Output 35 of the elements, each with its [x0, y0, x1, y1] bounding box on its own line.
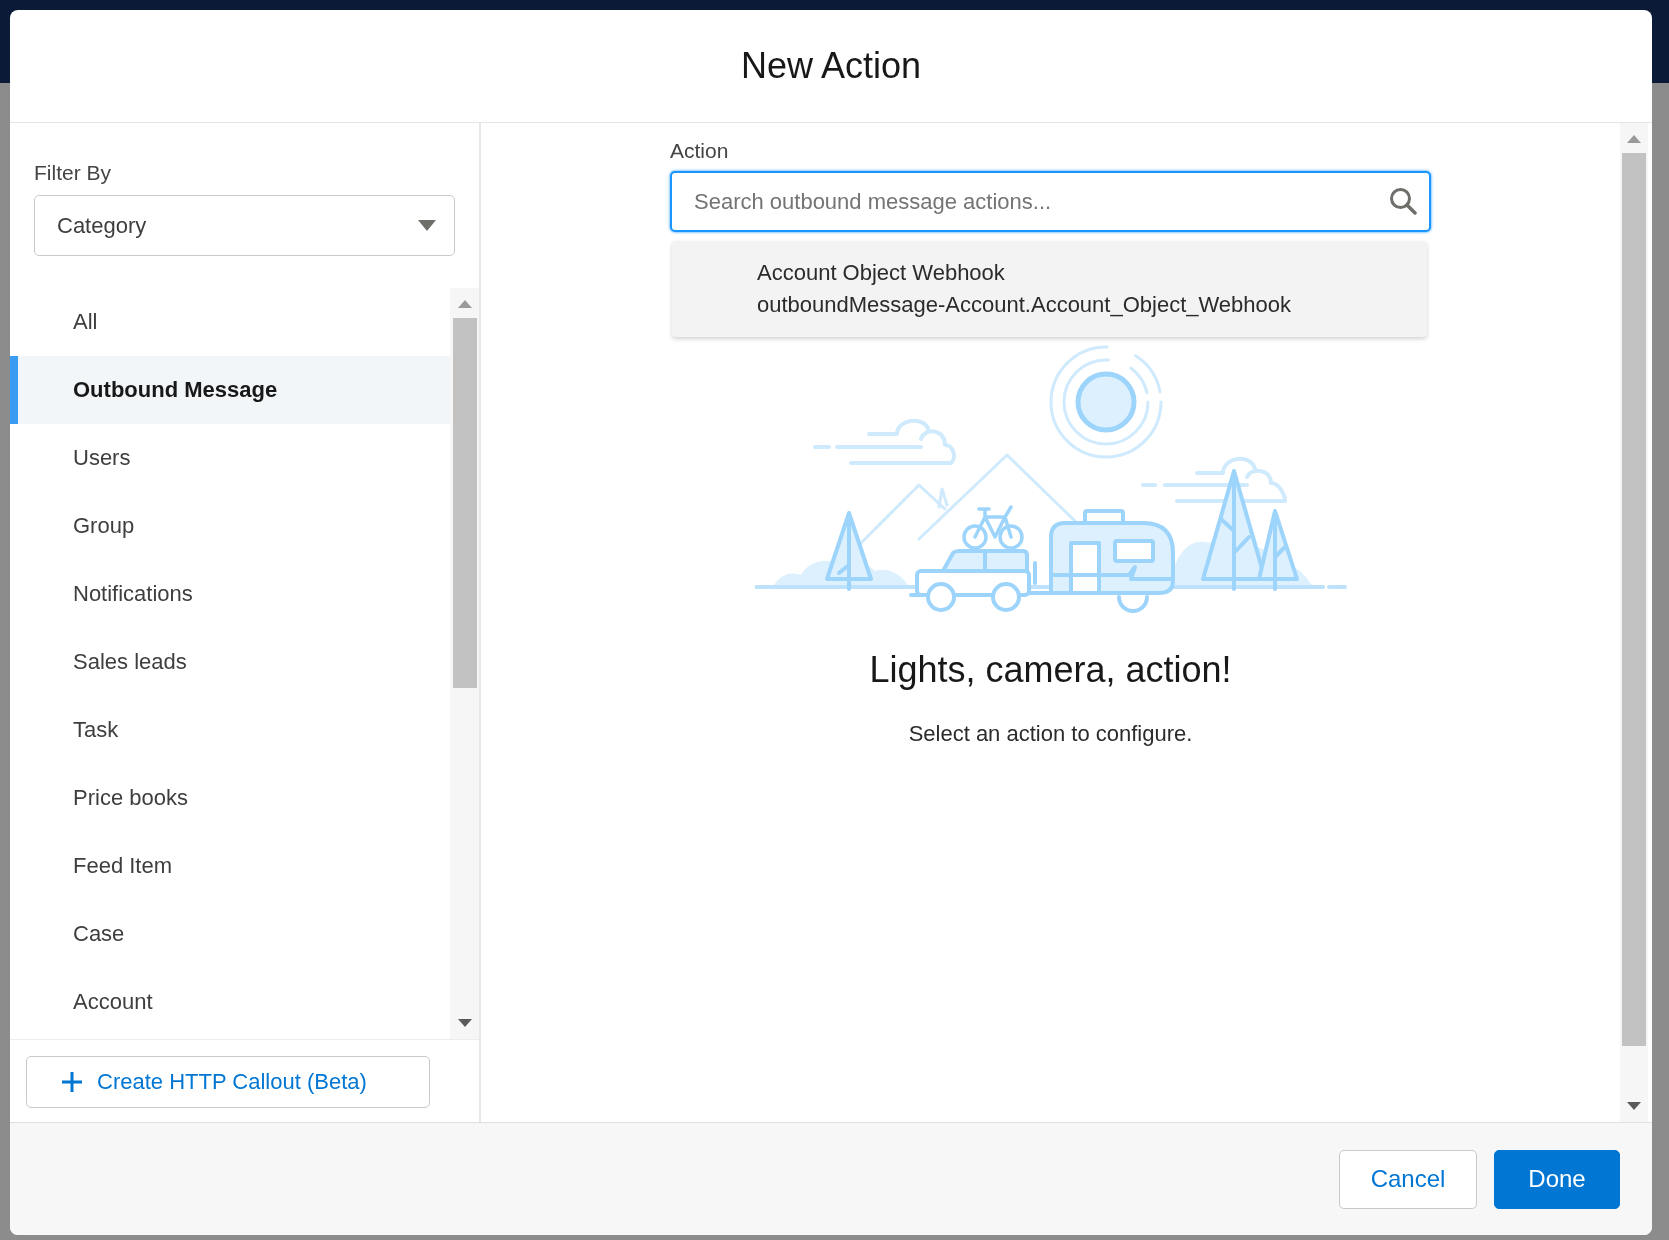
- empty-state-heading: Lights, camera, action!: [869, 649, 1232, 691]
- scroll-down-icon[interactable]: [457, 1019, 472, 1027]
- category-item[interactable]: Feed Item: [10, 832, 450, 900]
- dialog-title: New Action: [740, 44, 922, 88]
- search-icon: [1389, 187, 1417, 215]
- category-item[interactable]: Account: [10, 968, 450, 1036]
- option-api-name: outboundMessage-Account.Account_Object_Webhook: [757, 291, 1292, 319]
- scrollbar[interactable]: [450, 288, 479, 1039]
- category-item[interactable]: Sales leads: [10, 628, 450, 696]
- category-item[interactable]: All: [10, 288, 450, 356]
- scrollbar-thumb[interactable]: [452, 318, 477, 688]
- action-label: Action: [670, 139, 729, 163]
- scroll-up-icon[interactable]: [1627, 135, 1641, 143]
- category-item[interactable]: Users: [10, 424, 450, 492]
- option-title: Account Object Webhook: [757, 259, 1005, 287]
- category-item[interactable]: Group: [10, 492, 450, 560]
- filter-label: Filter By: [34, 161, 112, 185]
- category-select[interactable]: Category: [34, 195, 455, 256]
- scroll-up-icon[interactable]: [457, 300, 472, 308]
- category-item[interactable]: Price books: [10, 764, 450, 832]
- action-option[interactable]: Account Object Webhook outboundMessage-Account.Account_Object_Webhook: [672, 241, 1427, 337]
- category-item[interactable]: Task: [10, 696, 450, 764]
- scrollbar[interactable]: [1620, 123, 1648, 1122]
- category-item[interactable]: Notifications: [10, 560, 450, 628]
- cancel-button[interactable]: Cancel: [1339, 1149, 1477, 1209]
- done-button[interactable]: Done: [1494, 1149, 1620, 1209]
- empty-state-message: Select an action to configure.: [908, 721, 1193, 747]
- search-field[interactable]: Search outbound message actions...: [670, 171, 1431, 232]
- plus-icon: [61, 1071, 83, 1093]
- scroll-down-icon[interactable]: [1627, 1102, 1641, 1110]
- category-item[interactable]: Outbound Message: [10, 356, 450, 424]
- scrollbar-thumb[interactable]: [1622, 153, 1646, 1046]
- caret-icon: [418, 220, 436, 231]
- category-item[interactable]: Case: [10, 900, 450, 968]
- create-callout-button[interactable]: Create HTTP Callout (Beta): [26, 1056, 430, 1108]
